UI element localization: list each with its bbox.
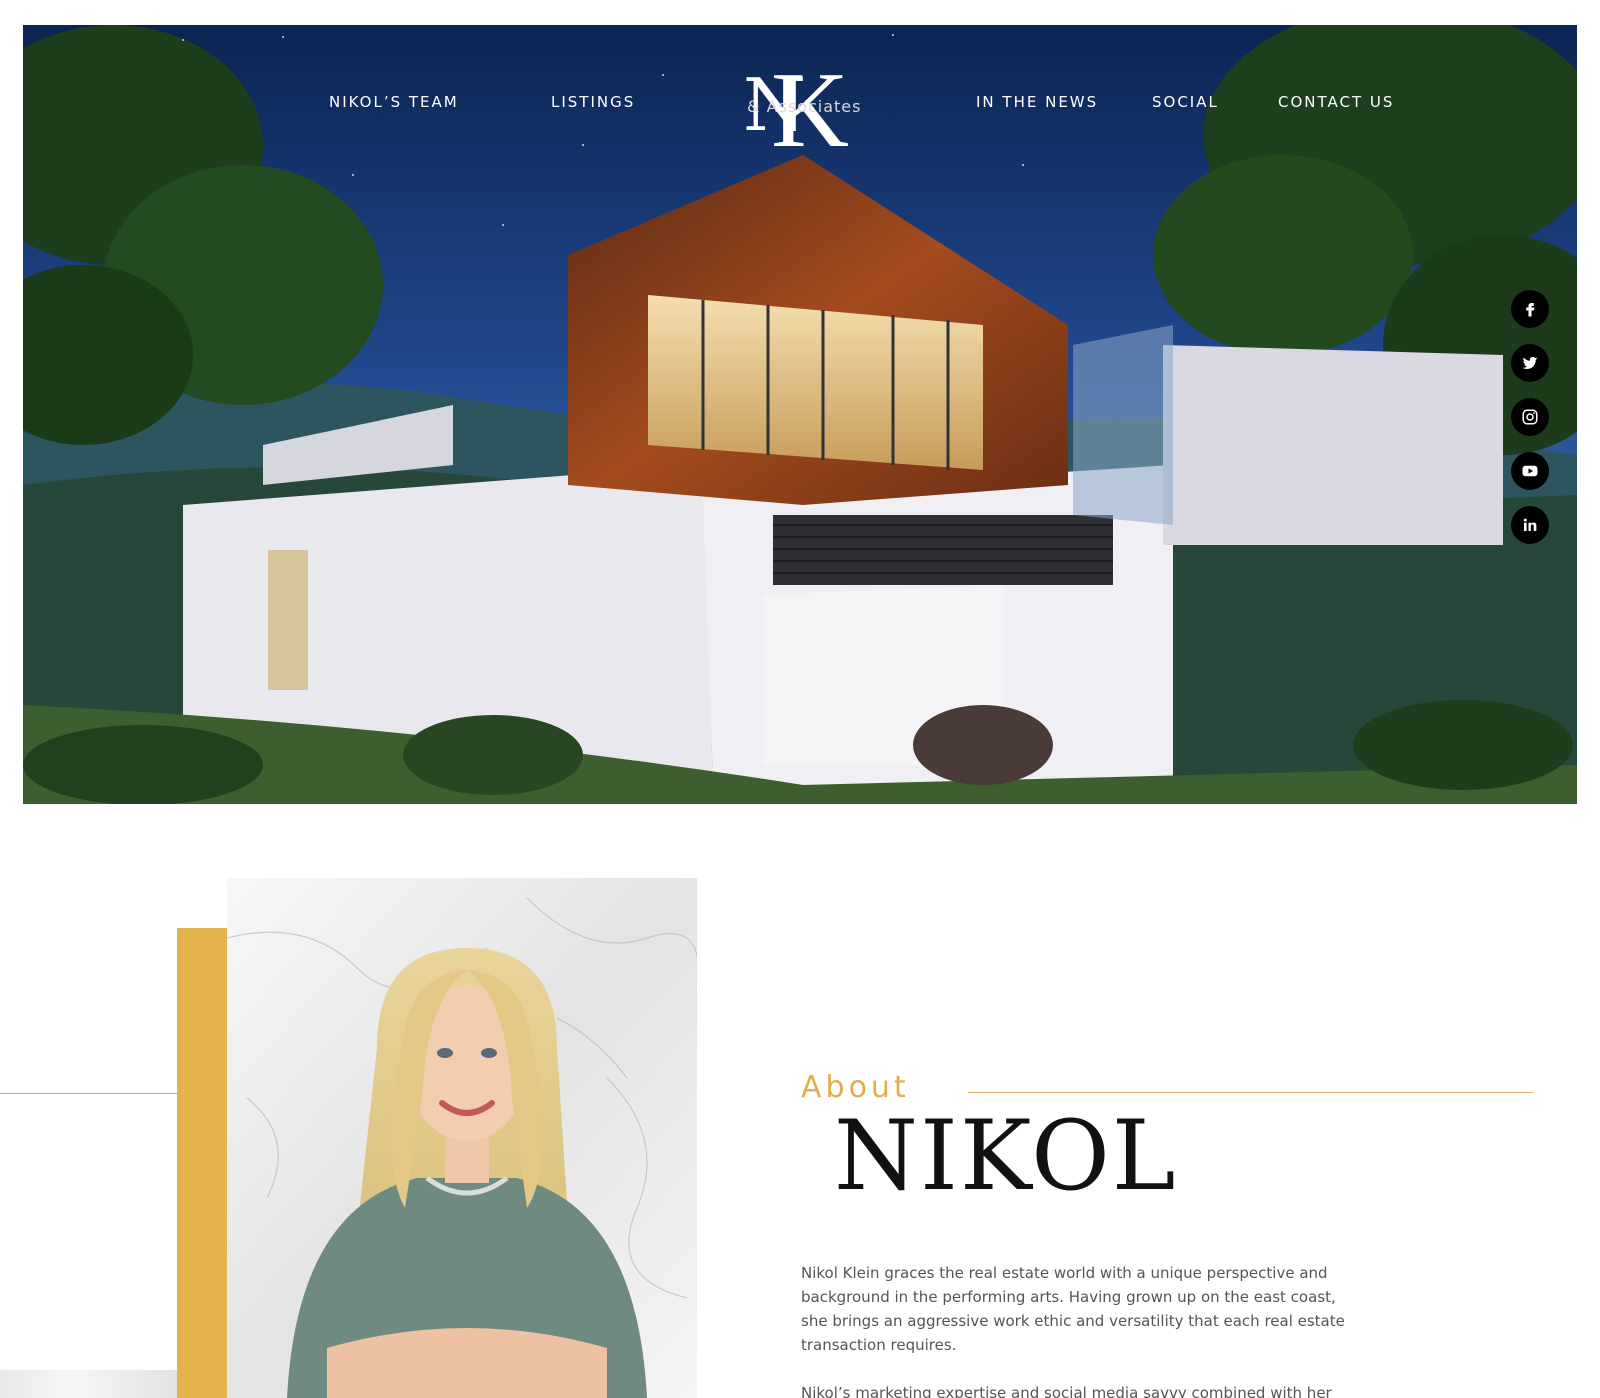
marble-strip <box>0 1370 177 1398</box>
gold-accent-bar <box>177 928 227 1398</box>
bio-paragraph: Nikol Klein graces the real estate world… <box>801 1264 1345 1354</box>
bio-paragraph-second: Nikol’s marketing expertise and social m… <box>801 1384 1332 1398</box>
nikol-portrait <box>227 878 697 1398</box>
youtube-icon[interactable] <box>1511 452 1549 490</box>
linkedin-icon[interactable] <box>1511 506 1549 544</box>
nav-in-the-news[interactable]: IN THE NEWS <box>976 93 1098 111</box>
hero-banner: NIKOL’S TEAM LISTINGS N K & Associates I… <box>23 25 1577 804</box>
nav-nikols-team[interactable]: NIKOL’S TEAM <box>329 93 459 111</box>
nav-listings[interactable]: LISTINGS <box>551 93 635 111</box>
twitter-icon[interactable] <box>1511 344 1549 382</box>
divider-right <box>968 1092 1533 1093</box>
nav-contact-us[interactable]: CONTACT US <box>1278 93 1394 111</box>
page: NIKOL’S TEAM LISTINGS N K & Associates I… <box>0 0 1600 1398</box>
social-bar <box>1511 290 1551 560</box>
facebook-icon[interactable] <box>1511 290 1549 328</box>
about-name-heading: NIKOL <box>834 1100 1178 1212</box>
instagram-icon[interactable] <box>1511 398 1549 436</box>
nav-social[interactable]: SOCIAL <box>1152 93 1219 111</box>
logo-subtitle: & Associates <box>747 97 862 116</box>
nk-logo[interactable]: N K & Associates <box>735 57 875 165</box>
